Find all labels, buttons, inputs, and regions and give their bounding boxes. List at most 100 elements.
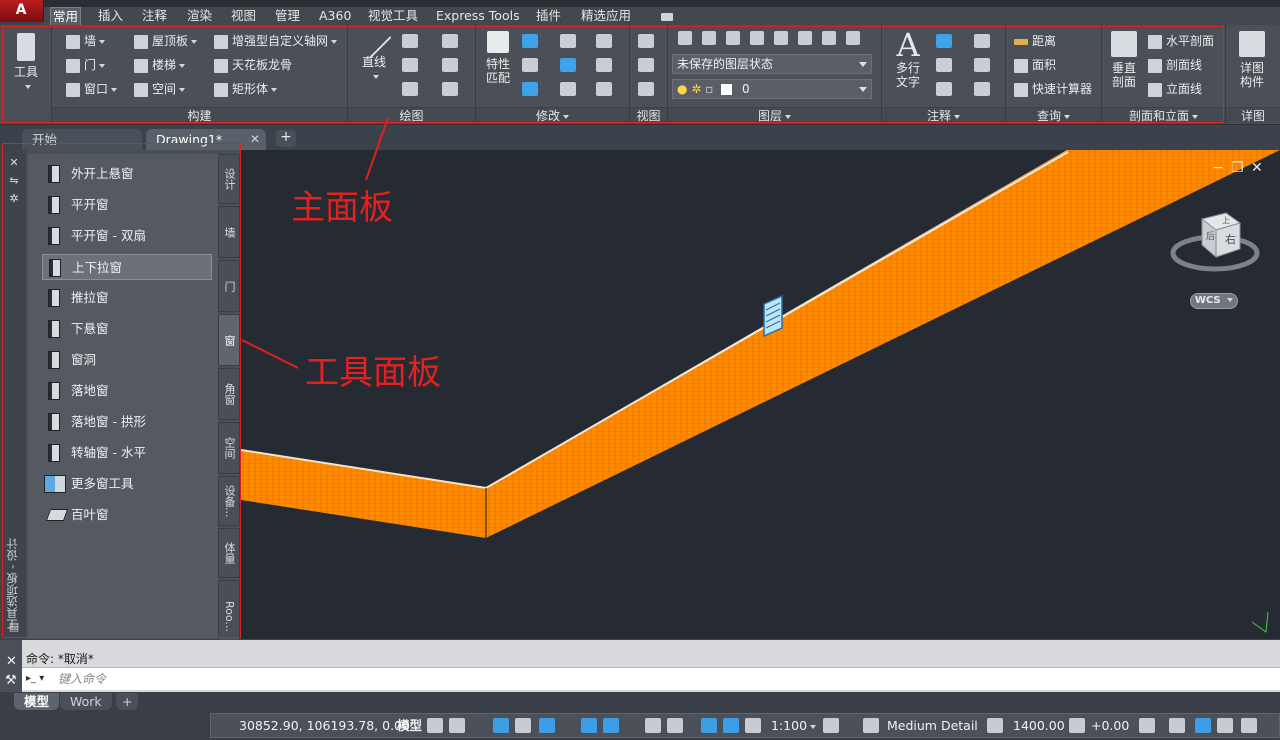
space-button[interactable]: 空间	[134, 79, 186, 99]
wcs-menu[interactable]: WCS	[1190, 293, 1238, 309]
palette-item[interactable]: 转轴窗 - 水平	[42, 440, 212, 466]
command-input[interactable]	[58, 670, 658, 688]
panel-modify-title[interactable]: 修改	[476, 107, 629, 123]
layer-walk-icon[interactable]	[822, 31, 836, 45]
auto-scale-icon[interactable]	[723, 718, 739, 733]
panel-inquiry-title[interactable]: 查询	[1006, 107, 1101, 123]
annotation-scale-dropdown[interactable]: 1:100	[771, 714, 817, 737]
restore-viewport-icon[interactable]: ❐	[1231, 160, 1244, 176]
tag-icon[interactable]	[974, 34, 990, 48]
palette-item[interactable]: 落地窗 - 拱形	[42, 409, 212, 435]
annotation-scale-icon[interactable]	[745, 718, 761, 733]
tab-visual-tools[interactable]: 视觉工具	[366, 7, 420, 25]
elevation-icon[interactable]	[987, 718, 1003, 733]
tools-button[interactable]: 工具	[6, 33, 46, 93]
line-button[interactable]: 直线	[356, 23, 392, 83]
work-layout-tab[interactable]: Work	[60, 693, 112, 710]
tab-a360[interactable]: A360	[317, 7, 353, 25]
palette-side-tab[interactable]: 体量	[218, 528, 240, 578]
close-tab-icon[interactable]: ✕	[250, 129, 260, 150]
model-viewport[interactable]	[241, 150, 1280, 639]
minimize-viewport-icon[interactable]: −	[1212, 160, 1224, 176]
stair-button[interactable]: 楼梯	[134, 55, 186, 75]
area-button[interactable]: 面积	[1014, 55, 1056, 75]
custom-grid-button[interactable]: 增强型自定义轴网	[214, 31, 338, 51]
rotate-icon[interactable]	[560, 34, 576, 48]
layer-state-dropdown[interactable]: 未保存的图层状态	[672, 54, 872, 74]
tab-insert[interactable]: 插入	[96, 7, 125, 25]
elevation-value[interactable]: 1400.00	[1013, 714, 1065, 737]
dynamic-input-icon[interactable]	[493, 718, 509, 733]
palette-side-tab[interactable]: 设备...	[218, 476, 240, 526]
panel-annotation-title[interactable]: 注释	[882, 107, 1005, 123]
close-icon[interactable]: ✕	[7, 156, 21, 170]
tab-render[interactable]: 渲染	[185, 7, 214, 25]
workspace-toggle[interactable]	[659, 7, 687, 37]
ortho-mode-icon[interactable]	[515, 718, 531, 733]
clean-screen-icon[interactable]	[1217, 718, 1233, 733]
annotation-visibility-icon[interactable]	[701, 718, 717, 733]
move-icon[interactable]	[522, 34, 538, 48]
wrench-icon[interactable]: ⚒	[5, 673, 17, 688]
layer-lock-icon[interactable]	[774, 31, 788, 45]
isometric-drafting-icon[interactable]	[581, 718, 597, 733]
palette-item[interactable]: 上下拉窗	[42, 254, 212, 280]
tab-manage[interactable]: 管理	[273, 7, 302, 25]
multileader-icon[interactable]	[974, 58, 990, 72]
offset-value[interactable]: +0.00	[1091, 714, 1129, 737]
new-tab-button[interactable]: +	[276, 130, 296, 147]
palette-side-tab[interactable]: 墙	[218, 206, 240, 258]
panel-draw-title[interactable]: 绘图	[348, 107, 475, 123]
palette-item[interactable]: 窗洞	[42, 347, 212, 373]
leader-icon[interactable]	[936, 58, 952, 72]
cut-plane-icon[interactable]	[1069, 718, 1085, 733]
palette-side-tab[interactable]: 空间	[218, 422, 240, 474]
panel-view-title[interactable]: 视图	[630, 107, 667, 123]
model-layout-tab[interactable]: 模型	[14, 693, 60, 710]
wall-button[interactable]: 墙	[66, 31, 106, 51]
lineweight-icon[interactable]	[645, 718, 661, 733]
properties-gear-icon[interactable]: ✲	[7, 192, 21, 206]
section-line-button[interactable]: 剖面线	[1148, 55, 1202, 75]
rectangle-icon[interactable]	[402, 82, 418, 96]
snap-mode-icon[interactable]	[449, 718, 465, 733]
surface-hatch-icon[interactable]	[1139, 718, 1155, 733]
palette-item[interactable]: 下悬窗	[42, 316, 212, 342]
palette-side-tab[interactable]: 窗	[218, 314, 240, 366]
customization-menu-icon[interactable]	[1241, 718, 1257, 733]
dimension-icon[interactable]	[936, 34, 952, 48]
hatch-icon[interactable]	[442, 82, 458, 96]
panel-section-title[interactable]: 剖面和立面	[1102, 107, 1225, 123]
match-properties-button[interactable]: 特性 匹配	[480, 31, 516, 85]
command-prompt-icon[interactable]: ▸_ ▾	[26, 672, 48, 686]
vertical-section-button[interactable]: 垂直 剖面	[1106, 31, 1142, 89]
tab-home[interactable]: 常用	[50, 7, 82, 25]
detail-component-button[interactable]: 详图 构件	[1232, 31, 1272, 89]
new-layout-button[interactable]: +	[116, 693, 139, 710]
workspace-gear-icon[interactable]	[823, 718, 839, 733]
palette-menu-icon[interactable]: ▤	[7, 620, 21, 634]
quick-calc-button[interactable]: 快速计算器	[1014, 79, 1092, 99]
panel-build-title[interactable]: 构建	[52, 107, 347, 123]
panel-layers-title[interactable]: 图层	[668, 107, 881, 123]
grid-display-icon[interactable]	[427, 718, 443, 733]
zoom-icon[interactable]	[638, 82, 654, 96]
layer-isolate-icon[interactable]	[702, 31, 716, 45]
close-viewport-icon[interactable]: ✕	[1251, 160, 1263, 176]
palette-item[interactable]: 平开窗	[42, 192, 212, 218]
window-button[interactable]: 窗口	[66, 79, 118, 99]
polyline-icon[interactable]	[402, 34, 418, 48]
scale-icon[interactable]	[596, 58, 612, 72]
palette-item[interactable]: 推拉窗	[42, 285, 212, 311]
palette-side-tab[interactable]: 门	[218, 260, 240, 312]
command-window-grip[interactable]: ✕ ⚒	[0, 640, 22, 692]
tab-featured-apps[interactable]: 精选应用	[579, 7, 633, 25]
palette-item[interactable]: 平开窗 - 双扇	[42, 223, 212, 249]
palette-item[interactable]: 外开上悬窗	[42, 161, 212, 187]
model-space-toggle[interactable]: 模型	[397, 714, 422, 737]
window-object[interactable]	[763, 294, 783, 338]
application-menu-button[interactable]: A	[0, 0, 44, 22]
panel-details-title[interactable]: 详图	[1226, 107, 1280, 123]
copy-icon[interactable]	[560, 58, 576, 72]
palette-side-tab[interactable]: 角窗	[218, 368, 240, 420]
